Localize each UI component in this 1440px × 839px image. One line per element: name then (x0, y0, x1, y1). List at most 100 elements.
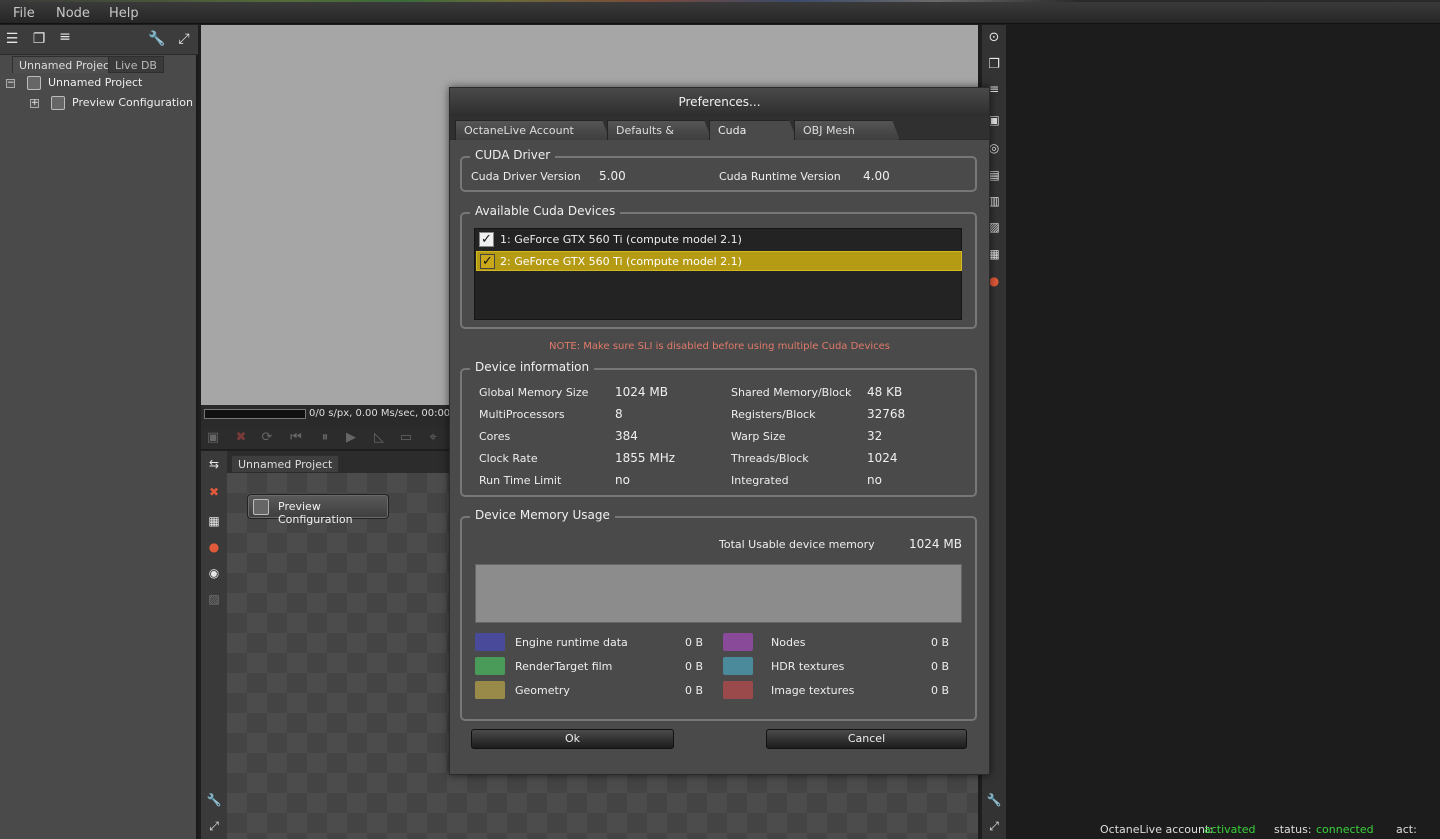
cuda-driver-version-value: 5.00 (599, 169, 626, 183)
environment-node-icon[interactable]: ◉ (205, 564, 223, 582)
info-value: 8 (615, 407, 623, 421)
device-row-2[interactable]: ✓ 2: GeForce GTX 560 Ti (compute model 2… (476, 251, 962, 271)
menu-bar: File Node Help (0, 2, 1440, 24)
config-node-icon (253, 499, 269, 515)
preferences-dialog: Preferences... OctaneLive Account Settin… (449, 87, 990, 775)
region-icon[interactable]: ◺ (371, 430, 387, 446)
cuda-runtime-version-label: Cuda Runtime Version (719, 170, 841, 183)
info-label: Shared Memory/Block (731, 386, 852, 399)
legend-label: RenderTarget film (515, 660, 613, 673)
account-status-value: activated (1204, 823, 1256, 836)
delete-node-icon[interactable]: ✖ (205, 483, 223, 501)
device-1-checkbox[interactable]: ✓ (479, 232, 494, 247)
tree-item-preview-configuration[interactable]: + Preview Configuration (30, 94, 196, 112)
legend-value: 0 B (931, 660, 950, 673)
collapse-toggle-icon[interactable]: − (6, 79, 15, 88)
preview-configuration-node[interactable]: Preview Configuration (247, 494, 389, 526)
info-value: no (867, 473, 882, 487)
act-label: act: (1396, 823, 1417, 836)
info-label: Cores (479, 430, 511, 443)
dialog-title: Preferences... (450, 88, 989, 116)
display-icon[interactable]: ▭ (398, 430, 414, 446)
legend-swatch (475, 657, 505, 675)
tab-unnamed-project[interactable]: Unnamed Project (12, 56, 121, 73)
reset-icon[interactable]: ⟳ (259, 430, 275, 446)
outliner-list-icon[interactable]: ☰ (3, 30, 21, 48)
device-list[interactable]: ✓ 1: GeForce GTX 560 Ti (compute model 2… (474, 228, 962, 320)
project-node-icon (27, 76, 41, 90)
material-node-icon[interactable]: ● (205, 538, 223, 556)
legend-swatch (723, 681, 753, 699)
play-icon[interactable]: ▶ (343, 430, 359, 446)
save-image-icon[interactable]: ▣ (205, 430, 221, 446)
maximize-icon[interactable]: ⤢ (175, 30, 193, 48)
info-label: Integrated (731, 474, 789, 487)
texture-node-icon[interactable]: ▦ (205, 512, 223, 530)
account-label: OctaneLive account: (1100, 823, 1213, 836)
tab-graph-unnamed-project[interactable]: Unnamed Project (231, 455, 340, 472)
legend-geometry: Geometry 0 B (475, 681, 715, 699)
info-label: Threads/Block (731, 452, 809, 465)
node-label: Preview Configuration (278, 500, 353, 526)
menu-node[interactable]: Node (56, 6, 90, 21)
menu-help[interactable]: Help (109, 6, 139, 21)
ok-button[interactable]: Ok (471, 729, 674, 749)
info-label: Global Memory Size (479, 386, 589, 399)
info-value: 384 (615, 429, 638, 443)
device-row-1[interactable]: ✓ 1: GeForce GTX 560 Ti (compute model 2… (476, 230, 962, 250)
tab-cuda-devices[interactable]: Cuda Devices (709, 120, 797, 140)
cancel-button[interactable]: Cancel (766, 729, 967, 749)
right-wrench-icon[interactable]: 🔧 (985, 791, 1003, 809)
graph-layout-icon[interactable]: ⇆ (205, 455, 223, 473)
dialog-tab-bar: OctaneLive Account Settings Defaults & C… (450, 116, 989, 140)
layers-icon[interactable]: ❐ (985, 56, 1003, 74)
legend-swatch (723, 657, 753, 675)
wrench-icon[interactable]: 🔧 (148, 30, 166, 48)
legend-hdr-textures: HDR textures 0 B (723, 657, 963, 675)
tab-defaults-controls[interactable]: Defaults & Controls (607, 120, 712, 140)
focus-icon[interactable]: ⌖ (425, 430, 441, 446)
tree-item-unnamed-project[interactable]: − Unnamed Project (6, 74, 196, 92)
pause-icon[interactable]: ⏸ (317, 430, 333, 446)
cuda-runtime-version-value: 4.00 (863, 169, 890, 183)
tab-live-db[interactable]: Live DB (108, 56, 164, 73)
info-label: Registers/Block (731, 408, 816, 421)
node-inspector-area (1006, 25, 1440, 822)
tab-octanelive-account[interactable]: OctaneLive Account Settings (455, 120, 610, 140)
info-label: Warp Size (731, 430, 786, 443)
info-value: no (615, 473, 630, 487)
legend-value: 0 B (685, 636, 704, 649)
clear-icon[interactable]: ✖ (233, 430, 249, 446)
info-value: 32768 (867, 407, 906, 421)
menu-file[interactable]: File (13, 6, 35, 21)
legend-label: Nodes (771, 636, 806, 649)
tab-obj-mesh-import[interactable]: OBJ Mesh Import (794, 120, 900, 140)
device-2-checkbox[interactable]: ✓ (480, 254, 495, 269)
status-label: status: (1274, 823, 1312, 836)
collapse-icon[interactable]: ≡ (56, 28, 74, 46)
graph-toolbar: ⇆ ✖ ▦ ● ◉ ▨ 🔧 ⤢ (201, 451, 227, 839)
info-value: 1024 MB (615, 385, 668, 399)
sli-note: NOTE: Make sure SLI is disabled before u… (548, 341, 891, 352)
legend-label: Image textures (771, 684, 855, 697)
legend-value: 0 B (685, 660, 704, 673)
restart-icon[interactable]: ⏮ (288, 430, 304, 446)
image-node-icon[interactable]: ▨ (205, 590, 223, 608)
graph-maximize-icon[interactable]: ⤢ (205, 817, 223, 835)
connection-status-value: connected (1316, 823, 1374, 836)
group-title: Available Cuda Devices (470, 204, 621, 218)
tree-item-label: Preview Configuration (72, 96, 193, 109)
legend-swatch (723, 633, 753, 651)
legend-engine-runtime: Engine runtime data 0 B (475, 633, 715, 651)
graph-wrench-icon[interactable]: 🔧 (205, 791, 223, 809)
camera-icon[interactable]: ⊙ (985, 29, 1003, 47)
info-value: 1855 MHz (615, 451, 676, 465)
memory-usage-graph (475, 564, 962, 623)
group-title: CUDA Driver (470, 148, 556, 162)
expand-toggle-icon[interactable]: + (30, 99, 39, 108)
right-maximize-icon[interactable]: ⤢ (985, 817, 1003, 835)
layers-icon[interactable]: ❐ (30, 30, 48, 48)
legend-value: 0 B (931, 684, 950, 697)
legend-rendertarget-film: RenderTarget film 0 B (475, 657, 715, 675)
device-information-group: Device information Global Memory Size 10… (460, 360, 977, 497)
